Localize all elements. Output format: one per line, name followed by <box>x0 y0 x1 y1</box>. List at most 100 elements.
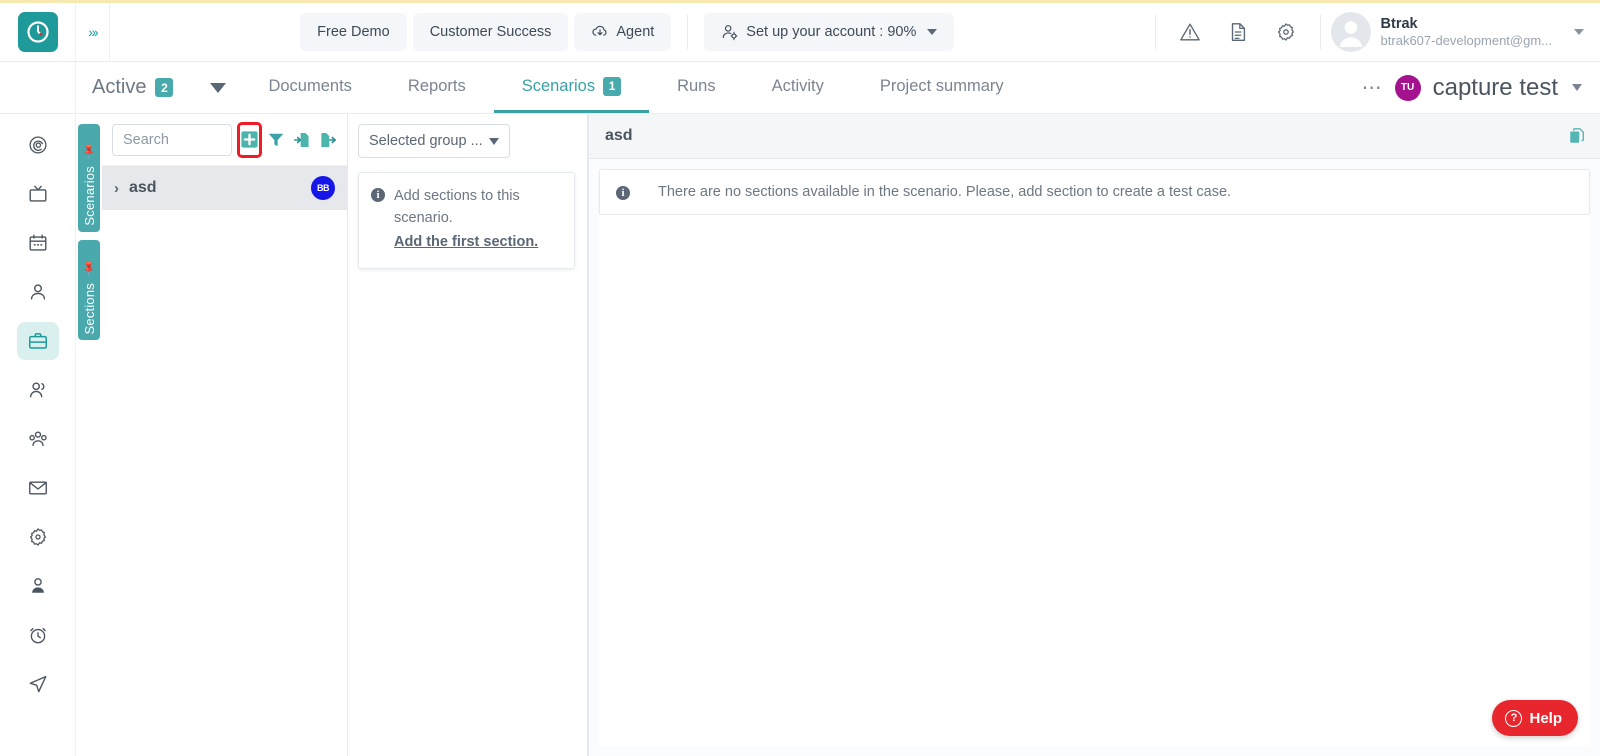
sidebar-item-settings[interactable] <box>17 518 59 556</box>
export-icon[interactable] <box>319 128 337 152</box>
chevrons-right-icon[interactable]: »› <box>76 3 110 61</box>
warning-icon[interactable] <box>1166 10 1214 54</box>
project-name: capture test <box>1433 74 1558 102</box>
sidebar-item-media[interactable] <box>17 175 59 213</box>
tab-scenarios-label: Scenarios <box>522 77 595 96</box>
page-title: asd <box>605 127 633 145</box>
app-header: »› Free Demo Customer Success Agent <box>0 3 1600 62</box>
chevron-right-icon[interactable]: › <box>114 180 119 197</box>
vertical-pinned-tabs: Scenarios 📌 Sections 📌 <box>76 114 102 756</box>
sections-info-text: Add sections to this scenario. <box>394 188 520 226</box>
customer-success-button[interactable]: Customer Success <box>413 13 569 51</box>
cloud-download-icon <box>591 23 609 41</box>
selected-group-label: Selected group ... <box>369 133 483 149</box>
main-empty-area <box>599 215 1590 746</box>
free-demo-button[interactable]: Free Demo <box>300 13 407 51</box>
main-header: asd <box>589 114 1600 159</box>
vtab-scenarios[interactable]: Scenarios 📌 <box>78 124 100 232</box>
sidebar-item-dashboard[interactable] <box>17 126 59 164</box>
info-icon: i <box>616 186 630 200</box>
active-filter-label: Active <box>92 76 146 99</box>
tab-documents-label: Documents <box>268 77 351 96</box>
left-rail <box>0 114 76 756</box>
account-setup-button[interactable]: Set up your account : 90% <box>704 13 954 51</box>
tab-reports-label: Reports <box>408 77 466 96</box>
main-content: asd i There are no sections available in… <box>588 114 1600 756</box>
ellipsis-icon[interactable]: ⋯ <box>1362 82 1383 94</box>
header-divider <box>687 15 688 49</box>
brand-zone <box>0 3 76 61</box>
import-icon[interactable] <box>293 128 311 152</box>
vtab-scenarios-label: Scenarios <box>82 162 97 226</box>
tab-reports[interactable]: Reports <box>380 62 494 113</box>
caret-down-icon <box>927 29 937 36</box>
scenarios-toolbar <box>102 114 347 166</box>
customer-success-label: Customer Success <box>430 24 552 40</box>
user-cog-icon <box>721 23 739 41</box>
tabs-list: Documents Reports Scenarios 1 Runs Activ… <box>240 62 1031 113</box>
scenario-badge: BB <box>311 176 335 200</box>
project-avatar: TU <box>1395 75 1421 101</box>
sidebar-item-team[interactable] <box>17 371 59 409</box>
gear-icon[interactable] <box>1262 10 1310 54</box>
user-identity: Btrak btrak607-development@gm... <box>1381 15 1552 49</box>
active-filter-dropdown[interactable]: Active 2 <box>76 62 240 113</box>
filter-icon[interactable] <box>267 128 285 152</box>
scenario-name: asd <box>129 179 157 197</box>
free-demo-label: Free Demo <box>317 24 390 40</box>
project-selector-zone: ⋯ TU capture test <box>1362 62 1600 113</box>
selected-group-dropdown[interactable]: Selected group ... <box>358 124 510 158</box>
caret-down-icon <box>489 138 499 145</box>
document-icon[interactable] <box>1214 10 1262 54</box>
scenarios-panel: › asd BB <box>102 114 348 756</box>
scenarios-list-empty-area <box>102 210 347 756</box>
sidebar-item-mail[interactable] <box>17 469 59 507</box>
sidebar-item-calendar[interactable] <box>17 224 59 262</box>
header-divider-3 <box>1320 15 1321 49</box>
clock-logo-icon[interactable] <box>18 12 58 52</box>
help-button[interactable]: ? Help <box>1492 700 1578 736</box>
search-input[interactable] <box>112 124 232 156</box>
tab-project-summary[interactable]: Project summary <box>852 62 1032 113</box>
chevron-down-icon[interactable] <box>210 83 226 93</box>
project-tabs-bar: Active 2 Documents Reports Scenarios 1 R… <box>0 62 1600 114</box>
sidebar-item-projects[interactable] <box>17 322 59 360</box>
sidebar-item-groups[interactable] <box>17 420 59 458</box>
sidebar-item-profile[interactable] <box>17 273 59 311</box>
tab-activity-label: Activity <box>772 77 824 96</box>
sidebar-item-timer[interactable] <box>17 616 59 654</box>
app-body: Scenarios 📌 Sections 📌 <box>0 114 1600 756</box>
vtab-sections[interactable]: Sections 📌 <box>78 240 100 340</box>
no-sections-notice-text: There are no sections available in the s… <box>658 184 1231 200</box>
tab-scenarios[interactable]: Scenarios 1 <box>494 62 649 113</box>
copy-icon[interactable] <box>1568 127 1586 145</box>
user-name: Btrak <box>1381 15 1552 33</box>
user-avatar-icon <box>1331 12 1371 52</box>
user-menu[interactable]: Btrak btrak607-development@gm... <box>1331 12 1560 52</box>
tabsrow-left-spacer <box>0 62 76 113</box>
question-circle-icon: ? <box>1505 710 1522 727</box>
tab-activity[interactable]: Activity <box>744 62 852 113</box>
project-caret-icon[interactable] <box>1572 84 1582 91</box>
user-email: btrak607-development@gm... <box>1381 33 1552 49</box>
add-first-section-link[interactable]: Add the first section. <box>394 232 562 254</box>
help-label: Help <box>1529 710 1562 727</box>
pin-icon: 📌 <box>80 142 99 161</box>
account-setup-label: Set up your account : 90% <box>746 24 916 40</box>
tab-runs[interactable]: Runs <box>649 62 744 113</box>
sidebar-item-employees[interactable] <box>17 567 59 605</box>
info-icon: i <box>371 188 385 202</box>
sections-panel: Selected group ... i Add sections to thi… <box>348 114 588 756</box>
scenario-row-asd[interactable]: › asd BB <box>102 166 347 210</box>
header-center-actions: Free Demo Customer Success Agent <box>110 13 1145 51</box>
agent-button[interactable]: Agent <box>574 13 671 51</box>
no-sections-notice: i There are no sections available in the… <box>599 169 1590 215</box>
vtab-sections-label: Sections <box>82 279 97 334</box>
sections-info-body: Add sections to this scenario. Add the f… <box>394 186 562 253</box>
agent-label: Agent <box>616 24 654 40</box>
user-menu-caret-icon[interactable] <box>1574 29 1584 35</box>
add-scenario-icon[interactable] <box>240 125 259 155</box>
tab-documents[interactable]: Documents <box>240 62 379 113</box>
sidebar-item-send[interactable] <box>17 665 59 703</box>
header-divider-2 <box>1155 15 1156 49</box>
